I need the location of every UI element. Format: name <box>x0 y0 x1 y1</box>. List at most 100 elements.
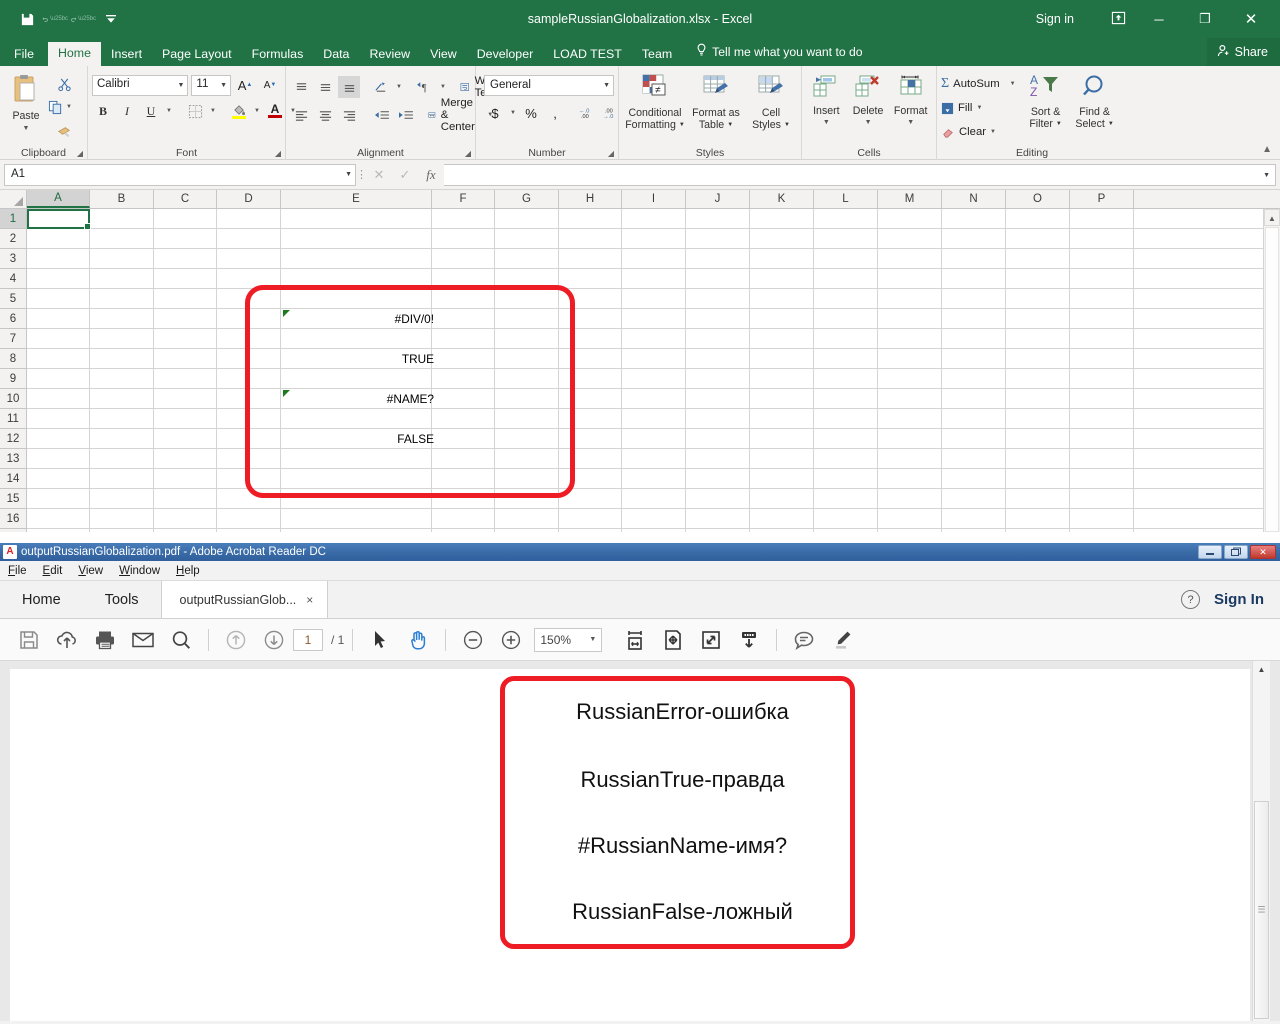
upload-cloud-icon[interactable] <box>48 624 86 656</box>
column-header-h[interactable]: H <box>559 190 622 208</box>
row-header-12[interactable]: 12 <box>0 429 26 449</box>
menu-file[interactable]: File <box>8 565 27 577</box>
column-header-f[interactable]: F <box>432 190 495 208</box>
align-left-button[interactable] <box>290 104 312 126</box>
row-header-7[interactable]: 7 <box>0 329 26 349</box>
cancel-entry-button[interactable]: ✕ <box>366 164 392 186</box>
underline-button[interactable]: U <box>140 100 162 122</box>
hand-tool-icon[interactable] <box>399 624 437 656</box>
column-header-p[interactable]: P <box>1070 190 1134 208</box>
excel-sign-in-button[interactable]: Sign in <box>1036 12 1074 26</box>
collapse-ribbon-button[interactable]: ▲ <box>1262 144 1272 155</box>
excel-restore-button[interactable]: ❐ <box>1182 0 1228 38</box>
tab-tools[interactable]: Tools <box>83 581 161 618</box>
excel-minimize-button[interactable]: ─ <box>1136 0 1182 38</box>
menu-help[interactable]: Help <box>176 565 200 577</box>
share-button[interactable]: Share <box>1207 38 1280 66</box>
borders-dropdown-icon[interactable]: ▼ <box>208 100 218 122</box>
align-right-button[interactable] <box>338 104 360 126</box>
acrobat-minimize-button[interactable] <box>1198 545 1222 559</box>
column-header-o[interactable]: O <box>1006 190 1070 208</box>
cell-area[interactable]: #DIV/0! TRUE #NAME? FALSE <box>27 209 1280 532</box>
fit-page-icon[interactable] <box>654 624 692 656</box>
menu-view[interactable]: View <box>78 565 103 577</box>
fill-color-dropdown-icon[interactable]: ▼ <box>252 100 262 122</box>
column-header-k[interactable]: K <box>750 190 814 208</box>
row-header-15[interactable]: 15 <box>0 489 26 509</box>
align-middle-button[interactable] <box>314 76 336 98</box>
increase-decimal-button[interactable]: ←.0.00 <box>576 102 598 124</box>
menu-window[interactable]: Window <box>119 565 160 577</box>
expand-formula-bar-icon[interactable]: ▼ <box>1263 172 1270 179</box>
column-header-b[interactable]: B <box>90 190 154 208</box>
row-header-2[interactable]: 2 <box>0 229 26 249</box>
increase-indent-button[interactable] <box>394 104 416 126</box>
format-as-table-button[interactable]: Format as Table▼ <box>688 72 744 145</box>
fill-button[interactable]: Fill ▼ <box>941 97 1016 119</box>
orientation-dropdown-icon[interactable]: ▼ <box>394 76 404 98</box>
accounting-format-button[interactable]: $ <box>484 102 506 124</box>
fullscreen-icon[interactable] <box>692 624 730 656</box>
row-header-5[interactable]: 5 <box>0 289 26 309</box>
copy-button[interactable]: ▼ <box>48 96 80 118</box>
zoom-level-combobox[interactable]: 150% ▼ <box>534 628 602 652</box>
row-header-6[interactable]: 6 <box>0 309 26 329</box>
alignment-dialog-launcher[interactable]: ◢ <box>465 149 471 158</box>
tell-me-search[interactable]: Tell me what you want to do <box>682 38 870 66</box>
ribbon-tab-page-layout[interactable]: Page Layout <box>152 43 242 66</box>
ribbon-tab-team[interactable]: Team <box>632 43 682 66</box>
ribbon-tab-developer[interactable]: Developer <box>467 43 543 66</box>
conditional-formatting-button[interactable]: ≠ Conditional Formatting▼ <box>624 72 686 145</box>
redo-icon[interactable]: \u25bc <box>70 7 96 31</box>
ribbon-tab-file[interactable]: File <box>0 43 48 66</box>
row-header-8[interactable]: 8 <box>0 349 26 369</box>
document-tab[interactable]: outputRussianGlob... × <box>161 581 329 618</box>
row-header-3[interactable]: 3 <box>0 249 26 269</box>
formula-bar-splitter[interactable]: ⋮ <box>356 168 366 181</box>
ribbon-tab-data[interactable]: Data <box>313 43 359 66</box>
cell-styles-button[interactable]: Cell Styles▼ <box>746 72 796 145</box>
font-name-combobox[interactable]: Calibri ▼ <box>92 75 188 96</box>
next-page-icon[interactable] <box>255 624 293 656</box>
customize-quick-access-toolbar-icon[interactable] <box>98 7 124 31</box>
formula-input[interactable]: ▼ <box>444 164 1276 186</box>
pdf-view-area[interactable]: RussianError-ошибкаRussianTrue-правда#Ru… <box>0 661 1280 1021</box>
name-box[interactable]: A1 ▼ <box>4 164 356 186</box>
acrobat-restore-button[interactable] <box>1224 545 1248 559</box>
select-tool-icon[interactable] <box>361 624 399 656</box>
bold-button[interactable]: B <box>92 100 114 122</box>
ribbon-tab-home[interactable]: Home <box>48 42 101 66</box>
italic-button[interactable]: I <box>116 100 138 122</box>
save-icon[interactable] <box>14 7 40 31</box>
orientation-button[interactable] <box>370 76 392 98</box>
accounting-dropdown-icon[interactable]: ▼ <box>508 102 518 124</box>
increase-font-size-button[interactable]: A▲ <box>234 74 256 96</box>
save-icon[interactable] <box>10 624 48 656</box>
column-header-n[interactable]: N <box>942 190 1006 208</box>
column-header-m[interactable]: M <box>878 190 942 208</box>
row-header-10[interactable]: 10 <box>0 389 26 409</box>
highlight-pen-icon[interactable] <box>823 624 861 656</box>
acrobat-sign-in-button[interactable]: Sign In <box>1214 591 1264 608</box>
format-cells-button[interactable]: Format ▼ <box>889 72 932 145</box>
ribbon-tab-load-test[interactable]: LOAD TEST <box>543 43 632 66</box>
column-header-a[interactable]: A <box>27 190 90 208</box>
align-bottom-button[interactable] <box>338 76 360 98</box>
row-header-11[interactable]: 11 <box>0 409 26 429</box>
clipboard-dialog-launcher[interactable]: ◢ <box>77 149 83 158</box>
number-format-combobox[interactable]: General ▼ <box>484 75 614 96</box>
row-header-4[interactable]: 4 <box>0 269 26 289</box>
excel-close-button[interactable]: ✕ <box>1228 0 1274 38</box>
column-header-e[interactable]: E <box>281 190 432 208</box>
insert-function-button[interactable]: fx <box>418 164 444 186</box>
text-direction-dropdown-icon[interactable]: ▼ <box>438 76 448 98</box>
acrobat-close-button[interactable]: ✕ <box>1250 545 1276 559</box>
column-header-g[interactable]: G <box>495 190 559 208</box>
format-painter-button[interactable] <box>48 119 80 141</box>
find-and-select-button[interactable]: Find & Select▼ <box>1070 73 1120 145</box>
comment-icon[interactable] <box>785 624 823 656</box>
paste-button[interactable]: Paste ▼ <box>4 69 48 145</box>
menu-edit[interactable]: Edit <box>43 565 63 577</box>
row-header-9[interactable]: 9 <box>0 369 26 389</box>
column-header-j[interactable]: J <box>686 190 750 208</box>
